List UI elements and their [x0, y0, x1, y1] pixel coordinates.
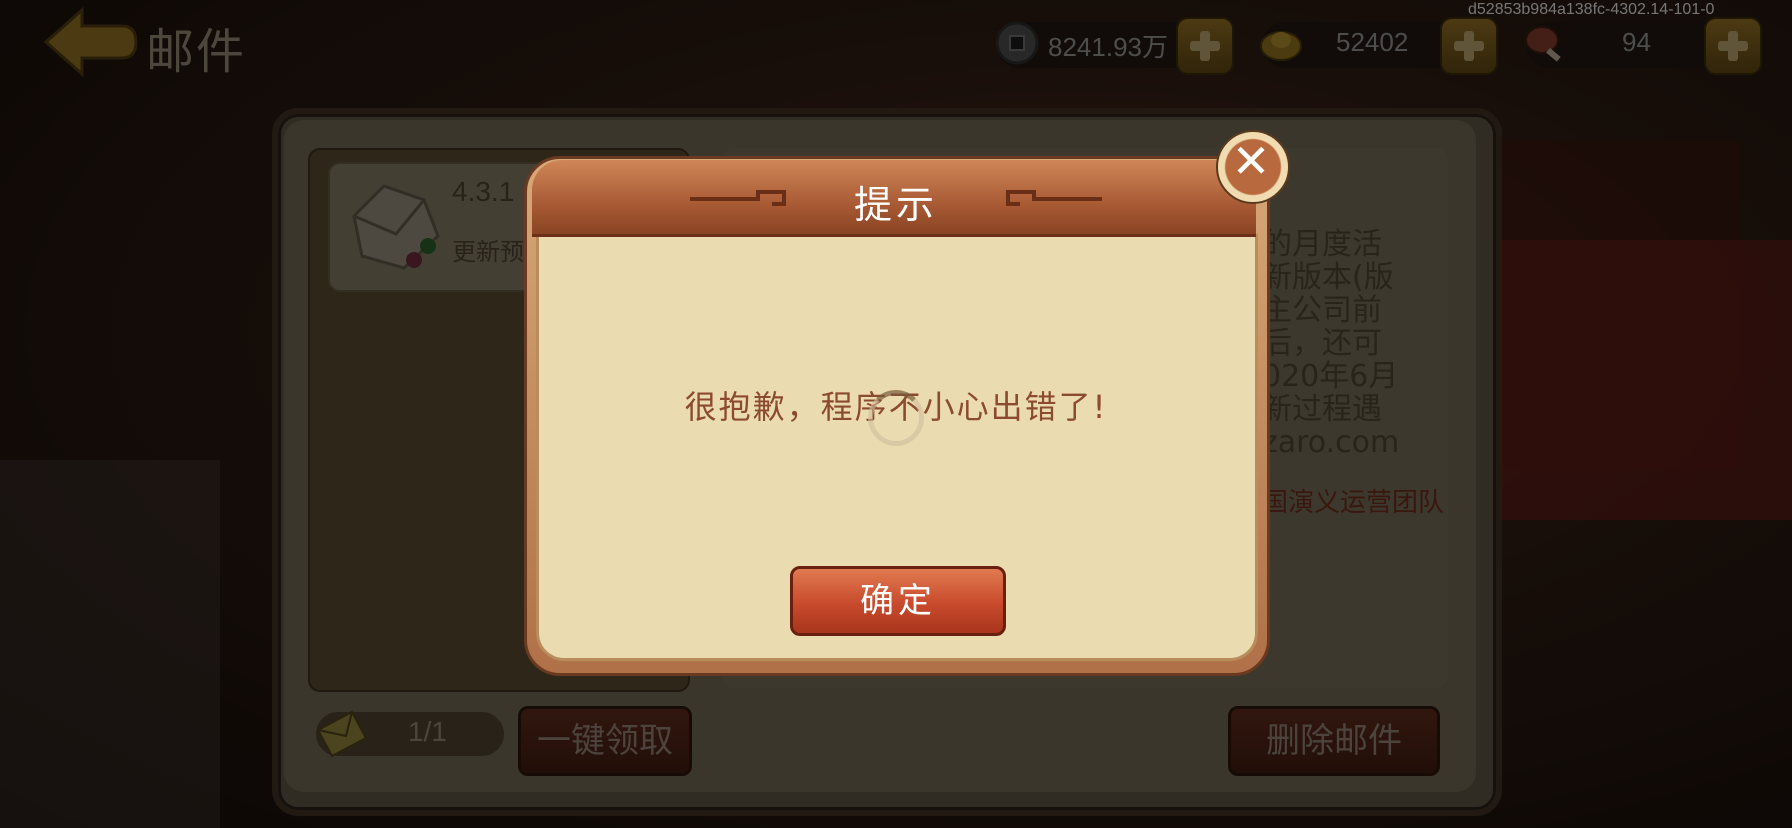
- close-icon[interactable]: ✕: [1216, 126, 1286, 196]
- loading-spinner-icon: [868, 390, 924, 446]
- dialog-title: 提示: [853, 183, 938, 227]
- confirm-button[interactable]: 确定: [790, 566, 1006, 636]
